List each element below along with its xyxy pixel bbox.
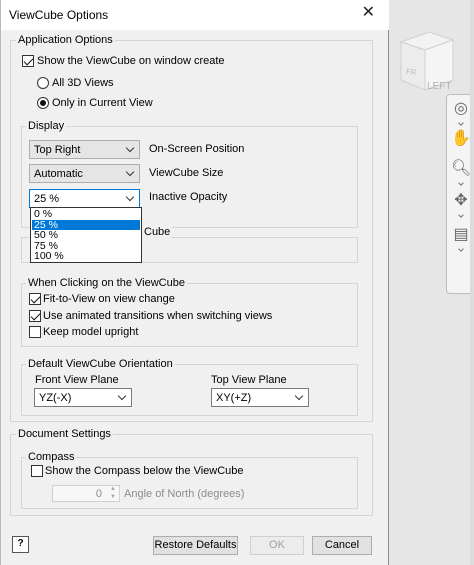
front-view-plane-label: Front View Plane xyxy=(35,374,119,386)
chevron-down-icon xyxy=(117,391,127,401)
all-3d-views-radio[interactable] xyxy=(37,77,49,89)
view-face-icon[interactable]: ▤ xyxy=(451,225,471,245)
fit-to-view-label[interactable]: Fit-to-View on view change xyxy=(43,293,175,305)
top-view-plane-value: XY(+Z) xyxy=(216,392,252,404)
size-value: Automatic xyxy=(34,168,83,180)
chevron-down-icon xyxy=(125,143,135,153)
show-viewcube-label[interactable]: Show the ViewCube on window create xyxy=(37,55,225,67)
restore-defaults-button[interactable]: Restore Defaults xyxy=(153,536,238,555)
help-icon: ? xyxy=(17,538,24,549)
chevron-down-icon[interactable] xyxy=(458,246,464,252)
obscured-legend: Cube xyxy=(142,226,173,238)
front-view-plane-select[interactable]: YZ(-X) xyxy=(34,388,132,407)
svg-text:FR: FR xyxy=(405,67,417,77)
opacity-option[interactable]: 100 % xyxy=(32,251,140,262)
chevron-down-icon[interactable] xyxy=(458,120,464,126)
position-label: On-Screen Position xyxy=(149,143,245,155)
show-viewcube-checkbox[interactable] xyxy=(22,55,34,67)
scrollbar[interactable] xyxy=(470,0,474,565)
viewcube-face-label: LEFT xyxy=(427,81,452,92)
cancel-button[interactable]: Cancel xyxy=(312,536,372,555)
angle-of-north-stepper[interactable]: 0 ▲ ▼ xyxy=(52,485,120,502)
size-select[interactable]: Automatic xyxy=(29,164,140,183)
application-options-legend: Application Options xyxy=(16,34,115,46)
size-label: ViewCube Size xyxy=(149,167,224,179)
opacity-value: 25 % xyxy=(34,193,60,205)
opacity-select[interactable]: 25 % xyxy=(29,189,140,208)
chevron-down-icon xyxy=(125,167,135,177)
keep-upright-checkbox[interactable] xyxy=(29,326,41,338)
opacity-dropdown-list: 0 % 25 % 50 % 75 % 100 % xyxy=(30,207,142,263)
dialog-title: ViewCube Options xyxy=(9,8,109,22)
top-view-plane-label: Top View Plane xyxy=(211,374,287,386)
title-bar: ViewCube Options ✕ xyxy=(1,0,389,30)
top-view-plane-select[interactable]: XY(+Z) xyxy=(211,388,309,407)
help-button[interactable]: ? xyxy=(12,536,29,553)
show-compass-checkbox[interactable] xyxy=(31,465,43,477)
fit-to-view-checkbox[interactable] xyxy=(29,293,41,305)
orientation-legend: Default ViewCube Orientation xyxy=(26,358,175,370)
document-settings-legend: Document Settings xyxy=(16,428,113,440)
clicking-legend: When Clicking on the ViewCube xyxy=(26,277,187,289)
keep-upright-label[interactable]: Keep model upright xyxy=(43,326,138,338)
display-legend: Display xyxy=(26,120,67,132)
position-value: Top Right xyxy=(34,144,81,156)
show-compass-label[interactable]: Show the Compass below the ViewCube xyxy=(45,465,244,477)
steering-wheel-icon[interactable]: ◎ xyxy=(451,99,471,119)
opacity-label: Inactive Opacity xyxy=(149,191,228,203)
only-current-view-label[interactable]: Only in Current View xyxy=(52,97,153,109)
ok-button[interactable]: OK xyxy=(250,536,304,555)
chevron-down-icon xyxy=(294,391,304,401)
close-icon[interactable]: ✕ xyxy=(362,5,375,21)
chevron-down-icon[interactable] xyxy=(458,212,464,218)
chevron-down-icon[interactable] xyxy=(458,180,464,186)
stepper-up-icon[interactable]: ▲ xyxy=(110,486,116,492)
only-current-view-radio[interactable] xyxy=(37,97,49,109)
angle-of-north-value: 0 xyxy=(95,488,102,500)
chevron-down-icon xyxy=(125,192,135,202)
compass-legend: Compass xyxy=(26,451,77,463)
animated-transitions-checkbox[interactable] xyxy=(29,310,41,322)
pan-hand-icon[interactable]: ✋ xyxy=(451,129,471,149)
orbit-icon[interactable]: ✥ xyxy=(451,191,471,211)
position-select[interactable]: Top Right xyxy=(29,140,140,159)
animated-transitions-label[interactable]: Use animated transitions when switching … xyxy=(43,310,272,322)
all-3d-views-label[interactable]: All 3D Views xyxy=(52,77,114,89)
viewcube-options-dialog: ViewCube Options ✕ Application Options S… xyxy=(0,0,389,565)
zoom-icon[interactable]: 🔍︎ xyxy=(451,159,471,179)
stepper-down-icon[interactable]: ▼ xyxy=(110,494,116,500)
opacity-option[interactable]: 0 % xyxy=(32,209,140,220)
front-view-plane-value: YZ(-X) xyxy=(39,392,72,404)
angle-of-north-label: Angle of North (degrees) xyxy=(124,488,245,500)
